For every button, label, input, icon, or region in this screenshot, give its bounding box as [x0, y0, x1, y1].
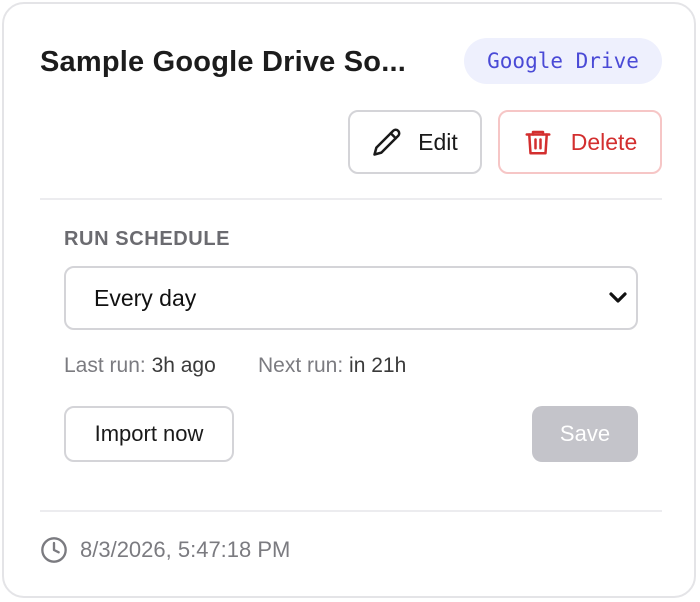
schedule-selected-value: Every day: [94, 284, 197, 311]
delete-button-label: Delete: [570, 128, 638, 155]
schedule-select[interactable]: Every day: [64, 266, 638, 330]
edit-button[interactable]: Edit: [348, 110, 482, 174]
pencil-icon: [373, 128, 401, 156]
run-schedule-label: RUN SCHEDULE: [64, 228, 231, 250]
save-button[interactable]: Save: [532, 406, 638, 462]
header-divider: [40, 198, 662, 200]
last-run-info: Last run: 3h ago: [64, 354, 216, 378]
last-run-label: Last run:: [64, 354, 146, 377]
next-run-value: in 21h: [349, 354, 407, 377]
last-updated: 8/3/2026, 5:47:18 PM: [40, 536, 290, 564]
last-run-value: 3h ago: [151, 354, 216, 377]
card-title: Sample Google Drive So...: [40, 46, 406, 78]
timestamp-text: 8/3/2026, 5:47:18 PM: [80, 537, 291, 562]
edit-button-label: Edit: [418, 128, 458, 155]
source-badge: Google Drive: [464, 38, 662, 84]
delete-button[interactable]: Delete: [498, 110, 662, 174]
clock-icon: [41, 537, 67, 563]
chevron-down-icon: [609, 292, 627, 303]
import-now-button[interactable]: Import now: [64, 406, 234, 462]
next-run-info: Next run: in 21h: [258, 354, 406, 378]
next-run-label: Next run:: [258, 354, 344, 377]
connector-card: Sample Google Drive So... Google Drive E…: [2, 2, 696, 598]
footer-divider: [40, 510, 662, 512]
trash-icon: [525, 130, 551, 155]
